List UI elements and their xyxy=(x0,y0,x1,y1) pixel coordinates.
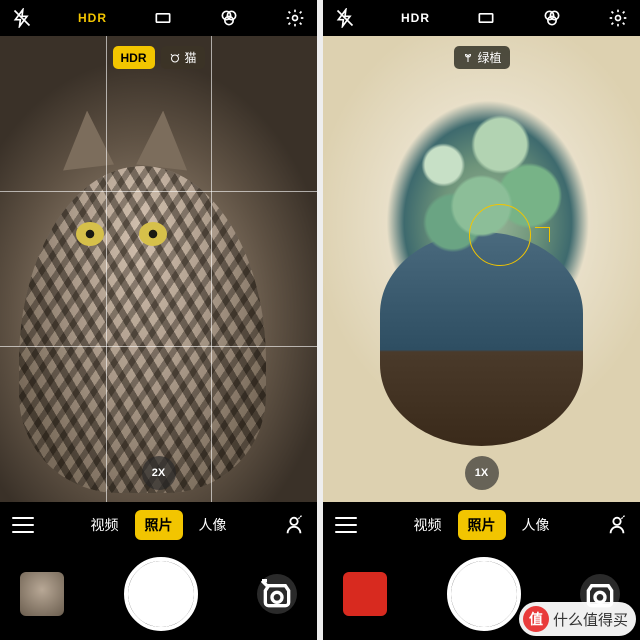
hdr-toggle[interactable]: HDR xyxy=(78,11,107,25)
camera-screen-right: HDR 绿植 1X 视频 照片 人像 xyxy=(323,0,640,640)
hdr-badge: HDR xyxy=(112,46,154,69)
watermark: 值 什么值得买 xyxy=(519,602,636,636)
top-toolbar: HDR xyxy=(323,0,640,36)
plant-icon xyxy=(461,52,473,64)
focus-indicator xyxy=(469,204,531,266)
switch-camera-button[interactable] xyxy=(257,574,297,614)
ai-subject-badge[interactable]: 绿植 xyxy=(453,46,509,69)
mode-bar: 视频 照片 人像 xyxy=(0,502,317,548)
shutter-button[interactable] xyxy=(447,557,521,631)
watermark-text: 什么值得买 xyxy=(553,609,628,630)
ai-subject-badge[interactable]: 猫 xyxy=(160,46,204,69)
mode-photo[interactable]: 照片 xyxy=(135,510,183,540)
mode-selector[interactable]: 视频 照片 人像 xyxy=(81,510,237,540)
filter-icon[interactable] xyxy=(542,8,562,28)
scene-tags: HDR 猫 xyxy=(112,46,204,69)
beauty-icon[interactable] xyxy=(283,514,305,536)
zoom-button[interactable]: 1X xyxy=(465,456,499,490)
viewfinder[interactable]: HDR 猫 2X xyxy=(0,36,317,502)
gallery-thumbnail[interactable] xyxy=(343,572,387,616)
subject-label: 绿植 xyxy=(477,49,501,66)
menu-icon[interactable] xyxy=(12,517,34,533)
flash-icon[interactable] xyxy=(12,8,32,28)
aspect-ratio-icon[interactable] xyxy=(476,8,496,28)
settings-icon[interactable] xyxy=(285,8,305,28)
settings-icon[interactable] xyxy=(608,8,628,28)
subject-label: 猫 xyxy=(184,49,196,66)
control-bar xyxy=(0,548,317,640)
aspect-ratio-icon[interactable] xyxy=(153,8,173,28)
mode-portrait[interactable]: 人像 xyxy=(512,510,560,540)
scene-tags: 绿植 xyxy=(453,46,509,69)
subject-preview xyxy=(19,166,266,492)
mode-photo[interactable]: 照片 xyxy=(458,510,506,540)
top-toolbar: HDR xyxy=(0,0,317,36)
beauty-icon[interactable] xyxy=(606,514,628,536)
menu-icon[interactable] xyxy=(335,517,357,533)
gallery-thumbnail[interactable] xyxy=(20,572,64,616)
watermark-badge: 值 xyxy=(523,606,549,632)
flash-icon[interactable] xyxy=(335,8,355,28)
filter-icon[interactable] xyxy=(219,8,239,28)
mode-video[interactable]: 视频 xyxy=(404,510,452,540)
viewfinder[interactable]: 绿植 1X xyxy=(323,36,640,502)
shutter-button[interactable] xyxy=(124,557,198,631)
camera-screen-left: HDR HDR 猫 2X 视频 照片 人像 xyxy=(0,0,317,640)
mode-video[interactable]: 视频 xyxy=(81,510,129,540)
cat-icon xyxy=(168,52,180,64)
mode-selector[interactable]: 视频 照片 人像 xyxy=(404,510,560,540)
mode-bar: 视频 照片 人像 xyxy=(323,502,640,548)
hdr-toggle[interactable]: HDR xyxy=(401,11,430,25)
zoom-button[interactable]: 2X xyxy=(142,456,176,490)
mode-portrait[interactable]: 人像 xyxy=(189,510,237,540)
